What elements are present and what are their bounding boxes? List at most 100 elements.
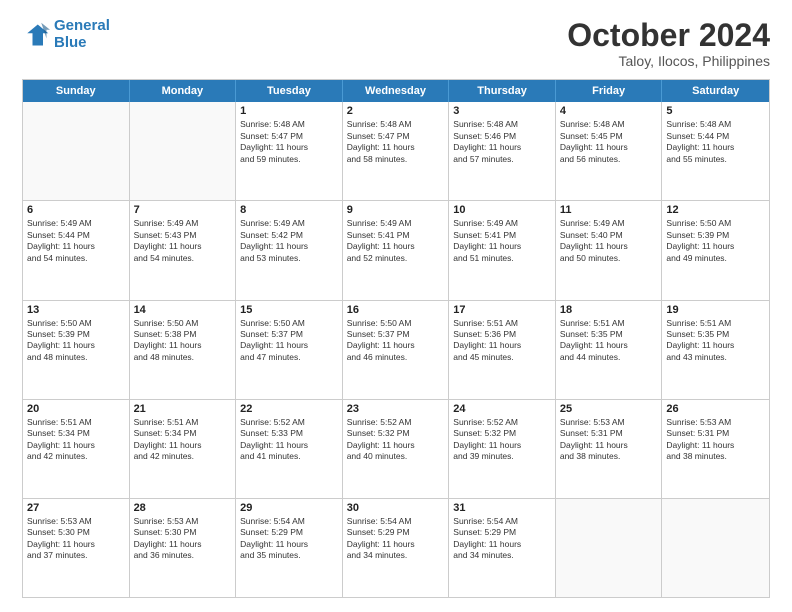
calendar-cell-w4-d2: 29 Sunrise: 5:54 AM Sunset: 5:29 PM Dayli… [236,499,343,597]
header-day-saturday: Saturday [662,80,769,102]
day-number: 25 [560,403,658,415]
calendar-cell-w0-d3: 2 Sunrise: 5:48 AM Sunset: 5:47 PM Daylig… [343,102,450,200]
calendar-cell-w2-d2: 15Sunrise: 5:50 AM Sunset: 5:37 PM Dayli… [236,301,343,399]
calendar-cell-w0-d6: 5 Sunrise: 5:48 AM Sunset: 5:44 PM Daylig… [662,102,769,200]
page: General Blue October 2024 Taloy, Ilocos,… [0,0,792,612]
header-day-wednesday: Wednesday [343,80,450,102]
title-block: October 2024 Taloy, Ilocos, Philippines [567,18,770,69]
day-number: 19 [666,304,765,316]
calendar-cell-w2-d3: 16 Sunrise: 5:50 AM Sunset: 5:37 PM Dayli… [343,301,450,399]
day-info: Sunrise: 5:54 AM Sunset: 5:29 PM Dayligh… [240,516,338,562]
logo-line1: General [54,17,110,34]
day-number: 23 [347,403,445,415]
day-info: Sunrise: 5:54 AM Sunset: 5:29 PM Dayligh… [453,516,551,562]
day-info: Sunrise: 5:54 AM Sunset: 5:29 PM Dayligh… [347,516,445,562]
day-info: Sunrise: 5:49 AM Sunset: 5:42 PM Dayligh… [240,218,338,264]
calendar-cell-w1-d5: 11 Sunrise: 5:49 AM Sunset: 5:40 PM Dayli… [556,201,663,299]
calendar-cell-w1-d3: 9 Sunrise: 5:49 AM Sunset: 5:41 PM Daylig… [343,201,450,299]
calendar-cell-w1-d1: 7Sunrise: 5:49 AM Sunset: 5:43 PM Daylig… [130,201,237,299]
day-number: 12 [666,204,765,216]
calendar-cell-w0-d4: 3Sunrise: 5:48 AM Sunset: 5:46 PM Daylig… [449,102,556,200]
day-number: 30 [347,502,445,514]
day-info: Sunrise: 5:53 AM Sunset: 5:30 PM Dayligh… [134,516,232,562]
calendar-cell-w0-d5: 4 Sunrise: 5:48 AM Sunset: 5:45 PM Daylig… [556,102,663,200]
calendar-cell-w0-d2: 1Sunrise: 5:48 AM Sunset: 5:47 PM Daylig… [236,102,343,200]
logo: General Blue [22,18,110,51]
header: General Blue October 2024 Taloy, Ilocos,… [22,18,770,69]
calendar-row-3: 20 Sunrise: 5:51 AM Sunset: 5:34 PM Dayli… [23,399,769,498]
calendar-cell-w0-d1 [130,102,237,200]
calendar-header: SundayMondayTuesdayWednesdayThursdayFrid… [23,80,769,102]
day-number: 7 [134,204,232,216]
day-info: Sunrise: 5:51 AM Sunset: 5:35 PM Dayligh… [666,318,765,364]
day-number: 18 [560,304,658,316]
calendar-row-0: 1 Sunrise: 5:48 AM Sunset: 5:47 PM Daylig… [23,102,769,200]
day-number: 20 [27,403,125,415]
day-info: Sunrise: 5:53 AM Sunset: 5:31 PM Dayligh… [560,417,658,463]
day-info: Sunrise: 5:49 AM Sunset: 5:41 PM Dayligh… [347,218,445,264]
header-day-tuesday: Tuesday [236,80,343,102]
day-info: Sunrise: 5:51 AM Sunset: 5:36 PM Dayligh… [453,318,551,364]
calendar-cell-w3-d3: 23Sunrise: 5:52 AM Sunset: 5:32 PM Dayli… [343,400,450,498]
logo-line2: Blue [54,34,87,51]
calendar-cell-w2-d4: 17Sunrise: 5:51 AM Sunset: 5:36 PM Dayli… [449,301,556,399]
day-number: 5 [666,105,765,117]
header-day-thursday: Thursday [449,80,556,102]
header-day-sunday: Sunday [23,80,130,102]
day-info: Sunrise: 5:48 AM Sunset: 5:46 PM Dayligh… [453,119,551,165]
day-info: Sunrise: 5:50 AM Sunset: 5:39 PM Dayligh… [27,318,125,364]
day-info: Sunrise: 5:48 AM Sunset: 5:44 PM Dayligh… [666,119,765,165]
day-number: 14 [134,304,232,316]
location: Taloy, Ilocos, Philippines [567,53,770,69]
day-number: 2 [347,105,445,117]
day-number: 16 [347,304,445,316]
calendar-cell-w1-d0: 6Sunrise: 5:49 AM Sunset: 5:44 PM Daylig… [23,201,130,299]
calendar-row-4: 27 Sunrise: 5:53 AM Sunset: 5:30 PM Dayli… [23,498,769,597]
day-info: Sunrise: 5:51 AM Sunset: 5:34 PM Dayligh… [134,417,232,463]
calendar-cell-w4-d3: 30 Sunrise: 5:54 AM Sunset: 5:29 PM Dayli… [343,499,450,597]
logo-text: General Blue [54,18,110,51]
calendar: SundayMondayTuesdayWednesdayThursdayFrid… [22,79,770,598]
calendar-cell-w1-d6: 12 Sunrise: 5:50 AM Sunset: 5:39 PM Dayli… [662,201,769,299]
day-number: 26 [666,403,765,415]
day-info: Sunrise: 5:51 AM Sunset: 5:35 PM Dayligh… [560,318,658,364]
calendar-cell-w4-d1: 28Sunrise: 5:53 AM Sunset: 5:30 PM Dayli… [130,499,237,597]
day-number: 4 [560,105,658,117]
day-info: Sunrise: 5:49 AM Sunset: 5:41 PM Dayligh… [453,218,551,264]
day-number: 13 [27,304,125,316]
calendar-cell-w4-d6 [662,499,769,597]
day-number: 29 [240,502,338,514]
day-number: 21 [134,403,232,415]
day-number: 8 [240,204,338,216]
day-number: 24 [453,403,551,415]
day-info: Sunrise: 5:48 AM Sunset: 5:47 PM Dayligh… [347,119,445,165]
calendar-body: 1 Sunrise: 5:48 AM Sunset: 5:47 PM Daylig… [23,102,769,597]
day-info: Sunrise: 5:48 AM Sunset: 5:45 PM Dayligh… [560,119,658,165]
day-number: 1 [240,105,338,117]
day-number: 15 [240,304,338,316]
day-info: Sunrise: 5:51 AM Sunset: 5:34 PM Dayligh… [27,417,125,463]
day-info: Sunrise: 5:50 AM Sunset: 5:38 PM Dayligh… [134,318,232,364]
calendar-cell-w3-d6: 26Sunrise: 5:53 AM Sunset: 5:31 PM Dayli… [662,400,769,498]
calendar-cell-w1-d2: 8 Sunrise: 5:49 AM Sunset: 5:42 PM Daylig… [236,201,343,299]
day-info: Sunrise: 5:53 AM Sunset: 5:30 PM Dayligh… [27,516,125,562]
day-number: 22 [240,403,338,415]
calendar-cell-w0-d0 [23,102,130,200]
calendar-cell-w3-d5: 25 Sunrise: 5:53 AM Sunset: 5:31 PM Dayli… [556,400,663,498]
day-number: 11 [560,204,658,216]
calendar-cell-w3-d1: 21 Sunrise: 5:51 AM Sunset: 5:34 PM Dayli… [130,400,237,498]
day-info: Sunrise: 5:52 AM Sunset: 5:32 PM Dayligh… [453,417,551,463]
calendar-row-2: 13 Sunrise: 5:50 AM Sunset: 5:39 PM Dayli… [23,300,769,399]
day-number: 31 [453,502,551,514]
day-info: Sunrise: 5:52 AM Sunset: 5:33 PM Dayligh… [240,417,338,463]
calendar-cell-w4-d4: 31 Sunrise: 5:54 AM Sunset: 5:29 PM Dayli… [449,499,556,597]
calendar-cell-w2-d1: 14 Sunrise: 5:50 AM Sunset: 5:38 PM Dayli… [130,301,237,399]
day-info: Sunrise: 5:50 AM Sunset: 5:37 PM Dayligh… [347,318,445,364]
day-info: Sunrise: 5:49 AM Sunset: 5:44 PM Dayligh… [27,218,125,264]
day-number: 9 [347,204,445,216]
day-number: 27 [27,502,125,514]
day-info: Sunrise: 5:49 AM Sunset: 5:40 PM Dayligh… [560,218,658,264]
calendar-cell-w4-d5 [556,499,663,597]
day-number: 10 [453,204,551,216]
day-info: Sunrise: 5:50 AM Sunset: 5:39 PM Dayligh… [666,218,765,264]
